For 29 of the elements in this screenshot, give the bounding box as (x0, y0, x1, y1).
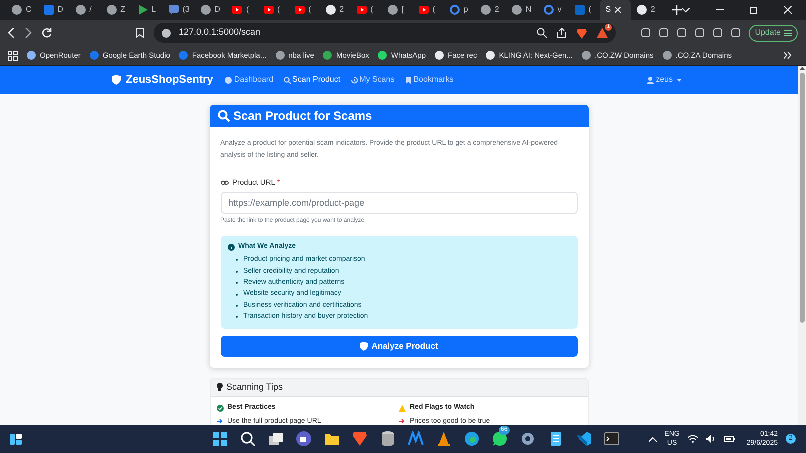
browser-tab[interactable]: Z (100, 0, 132, 20)
browser-tab[interactable]: ( (288, 0, 320, 20)
browser-tab[interactable]: ( (350, 0, 382, 20)
browser-tab[interactable]: ( (258, 0, 289, 20)
browser-tab[interactable]: C (6, 0, 38, 20)
browser-tab[interactable]: N (506, 0, 538, 20)
browser-tab[interactable]: p (444, 0, 475, 20)
tips-title: Scanning Tips (226, 380, 284, 394)
update-button[interactable]: Update (749, 24, 798, 42)
browser-tab[interactable]: ( (226, 0, 258, 20)
browser-tab[interactable]: ( (412, 0, 444, 20)
url-input[interactable]: https://example.com/product-page (220, 192, 578, 214)
url-text: 127.0.0.1:5000/scan (179, 26, 261, 40)
browser-tab[interactable]: L (132, 0, 163, 20)
brand-link[interactable]: ZeusShopSentry (112, 72, 214, 88)
browser-tab[interactable]: (3 (162, 0, 195, 20)
card-title: Scan Product for Scams (234, 108, 372, 125)
analyze-button[interactable]: Analyze Product (220, 336, 578, 358)
browser-tab[interactable]: D (194, 0, 226, 20)
browser-tab[interactable]: 2 (474, 0, 506, 20)
browser-tab[interactable]: 2 (630, 0, 662, 20)
browser-tab[interactable]: [ (382, 0, 413, 20)
browser-tab[interactable]: S (600, 0, 631, 20)
browser-tab[interactable]: 2 (320, 0, 351, 20)
browser-tab[interactable]: / (70, 0, 101, 20)
browser-tab[interactable]: D (38, 0, 70, 20)
browser-tab[interactable]: ( (568, 0, 600, 20)
nav-link[interactable]: Scan Product (284, 74, 341, 86)
browser-tab[interactable]: v (538, 0, 569, 20)
